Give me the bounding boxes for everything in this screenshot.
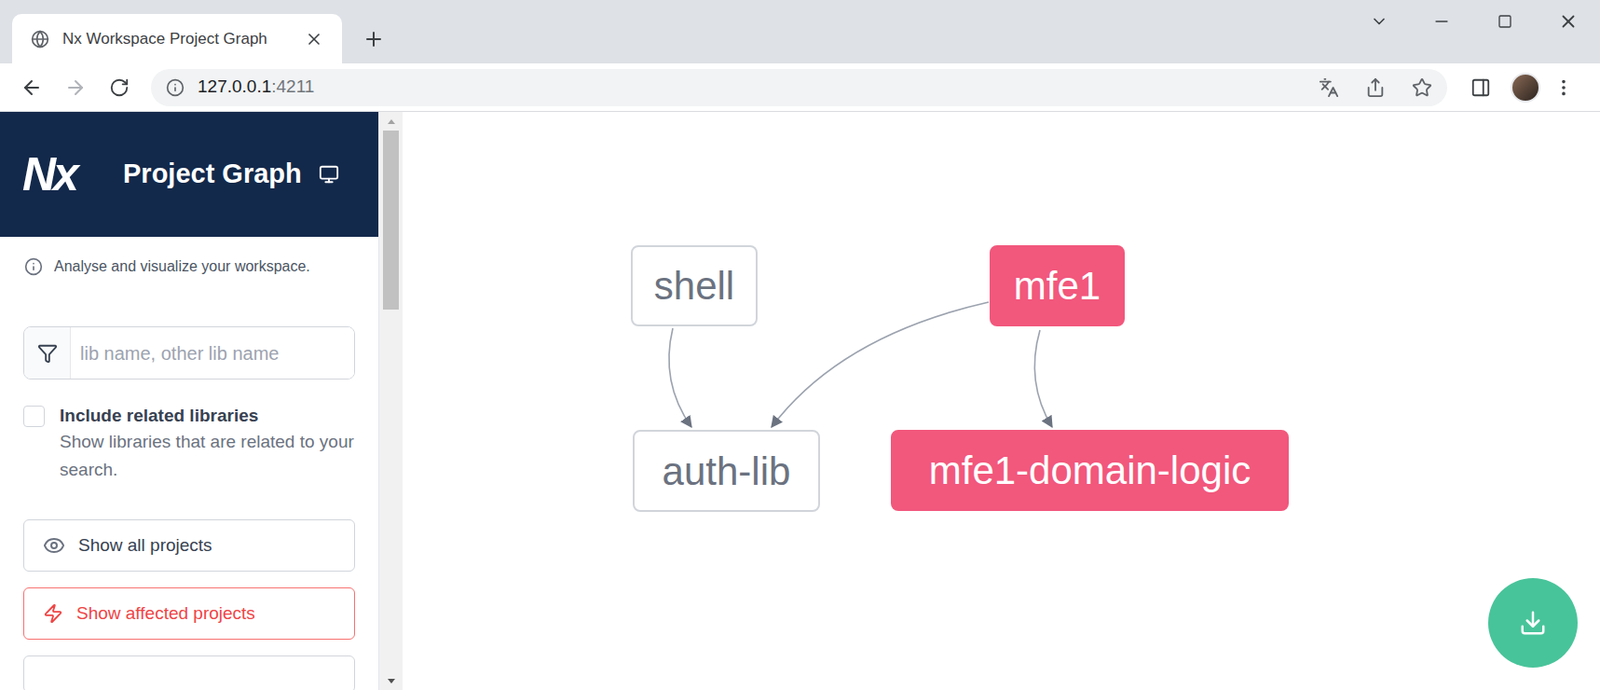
eye-icon <box>42 533 66 557</box>
graph-node[interactable]: auth-lib <box>632 429 821 512</box>
cut-off-panel <box>23 655 356 690</box>
new-tab-icon[interactable] <box>362 27 385 51</box>
scrollbar-thumb[interactable] <box>382 130 399 310</box>
download-icon <box>1518 608 1547 637</box>
graph-canvas[interactable]: shell mfe1 auth-lib mfe1-domain-logic <box>402 111 1600 690</box>
globe-icon <box>30 29 50 49</box>
graph-node[interactable]: shell <box>630 245 758 327</box>
monitor-icon[interactable] <box>318 164 340 185</box>
nx-logo: Nx <box>22 139 97 210</box>
graph-edges <box>402 111 1600 690</box>
graph-edge <box>669 328 692 427</box>
forward-icon[interactable] <box>64 76 87 99</box>
include-related-description: Show libraries that are related to your … <box>59 427 356 484</box>
translate-icon[interactable] <box>1318 77 1340 98</box>
menu-icon[interactable] <box>1553 77 1574 98</box>
scrollbar[interactable] <box>379 111 403 690</box>
filter-icon <box>37 342 58 364</box>
sidebar: Nx Project Graph Analyse and visualize you… <box>0 111 380 690</box>
info-icon <box>24 257 43 276</box>
graph-node[interactable]: mfe1 <box>989 245 1125 327</box>
site-info-icon[interactable] <box>165 78 185 97</box>
back-icon[interactable] <box>20 76 43 99</box>
include-related-checkbox[interactable] <box>23 405 45 427</box>
graph-edge <box>1034 329 1053 427</box>
url: 127.0.0.1:4211 <box>197 73 1306 101</box>
share-icon[interactable] <box>1365 77 1386 98</box>
reload-icon[interactable] <box>109 77 130 98</box>
close-window-icon[interactable] <box>1558 11 1579 32</box>
sidebar-header: Nx Project Graph <box>0 111 379 237</box>
graph-edge <box>771 301 989 427</box>
sidebar-title: Project Graph <box>123 153 302 195</box>
browser-window: Nx Workspace Project Graph 127.0.0.1:4211… <box>0 0 1600 690</box>
filter-field[interactable] <box>23 326 356 380</box>
tab-strip: Nx Workspace Project Graph <box>0 0 1600 64</box>
tab-title: Nx Workspace Project Graph <box>62 27 292 52</box>
download-button[interactable] <box>1488 577 1578 668</box>
minimize-icon[interactable] <box>1432 12 1451 31</box>
show-all-button[interactable]: Show all projects <box>23 519 356 572</box>
show-affected-button[interactable]: Show affected projects <box>23 587 356 640</box>
include-related-label[interactable]: Include related libraries <box>59 403 356 428</box>
maximize-icon[interactable] <box>1497 13 1513 29</box>
bookmark-icon[interactable] <box>1411 77 1433 98</box>
avatar-icon[interactable] <box>1510 72 1541 103</box>
side-panel-icon[interactable] <box>1470 77 1491 98</box>
filter-input[interactable] <box>70 327 355 379</box>
graph-node[interactable]: mfe1-domain-logic <box>890 429 1289 511</box>
browser-tab[interactable]: Nx Workspace Project Graph <box>12 13 342 64</box>
lightning-icon <box>42 602 64 624</box>
address-field[interactable]: 127.0.0.1:4211 <box>150 68 1448 107</box>
info-text: Analyse and visualize your workspace. <box>54 255 311 278</box>
close-tab-icon[interactable] <box>304 29 324 49</box>
page: Nx Project Graph Analyse and visualize you… <box>0 111 1600 690</box>
toolbar: 127.0.0.1:4211 <box>0 63 1600 112</box>
tab-search-icon[interactable] <box>1369 12 1389 31</box>
